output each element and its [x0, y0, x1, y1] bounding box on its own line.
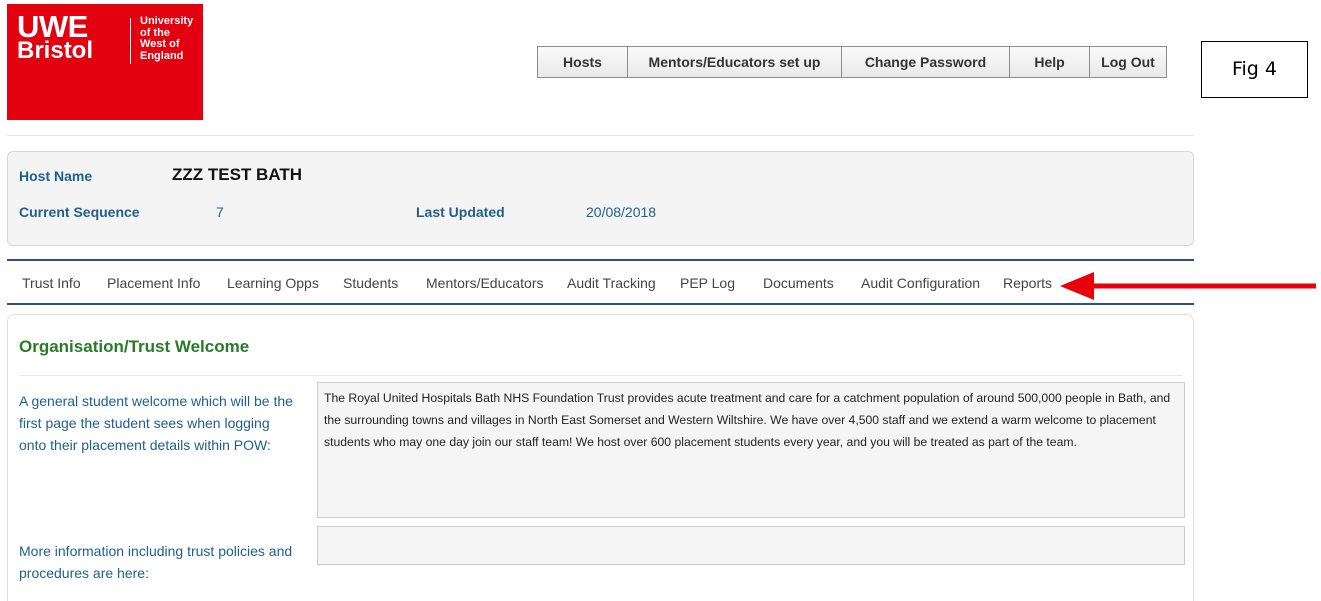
- section-tabs: Trust Info Placement Info Learning Opps …: [7, 259, 1194, 305]
- tab-audit-tracking[interactable]: Audit Tracking: [567, 275, 656, 291]
- help-button[interactable]: Help: [1009, 47, 1089, 77]
- uwe-bristol-logo: UWE Bristol University of the West of En…: [7, 4, 203, 120]
- host-name-value: ZZZ TEST BATH: [172, 165, 302, 184]
- page: UWE Bristol University of the West of En…: [0, 0, 1321, 601]
- trust-welcome-panel: Organisation/Trust Welcome A general stu…: [7, 314, 1194, 601]
- current-sequence-label: Current Sequence: [19, 204, 140, 220]
- red-arrow-icon: [1060, 272, 1316, 300]
- tab-documents[interactable]: Documents: [763, 275, 834, 291]
- tab-placement-info[interactable]: Placement Info: [107, 275, 200, 291]
- host-info-panel: Host Name ZZZ TEST BATH Current Sequence…: [7, 151, 1194, 246]
- change-password-button[interactable]: Change Password: [841, 47, 1009, 77]
- last-updated-label: Last Updated: [416, 204, 505, 220]
- host-name-label: Host Name: [19, 168, 93, 184]
- current-sequence-value: 7: [216, 204, 224, 220]
- logo-bristol-text: Bristol: [17, 37, 94, 64]
- figure-label: Fig 4: [1201, 41, 1308, 98]
- tab-reports[interactable]: Reports: [1003, 275, 1052, 291]
- log-out-button[interactable]: Log Out: [1089, 47, 1166, 77]
- more-info-description: More information including trust policie…: [19, 543, 293, 581]
- general-welcome-textarea[interactable]: The Royal United Hospitals Bath NHS Foun…: [317, 382, 1185, 518]
- mentors-educators-setup-button[interactable]: Mentors/Educators set up: [627, 47, 841, 77]
- header-divider: [7, 135, 1194, 136]
- top-navigation: Hosts Mentors/Educators set up Change Pa…: [537, 46, 1167, 78]
- tab-mentors-educators[interactable]: Mentors/Educators: [426, 275, 544, 291]
- hosts-button[interactable]: Hosts: [538, 47, 627, 77]
- logo-uni-line: England: [140, 49, 184, 62]
- logo-uni-line: University: [140, 15, 194, 27]
- welcome-divider: [19, 375, 1183, 376]
- logo-divider: [130, 18, 131, 64]
- tab-learning-opps[interactable]: Learning Opps: [227, 275, 319, 291]
- last-updated-value: 20/08/2018: [586, 204, 657, 220]
- tab-trust-info[interactable]: Trust Info: [22, 275, 81, 291]
- tab-audit-configuration[interactable]: Audit Configuration: [861, 275, 980, 291]
- welcome-heading: Organisation/Trust Welcome: [19, 337, 250, 356]
- logo-university-text: University of the West of England: [140, 15, 194, 62]
- more-info-field[interactable]: [317, 526, 1185, 565]
- logo-uni-line: West of: [140, 38, 180, 50]
- tab-pep-log[interactable]: PEP Log: [680, 275, 735, 291]
- tab-students[interactable]: Students: [343, 275, 398, 291]
- general-welcome-description: A general student welcome which will be …: [19, 393, 293, 453]
